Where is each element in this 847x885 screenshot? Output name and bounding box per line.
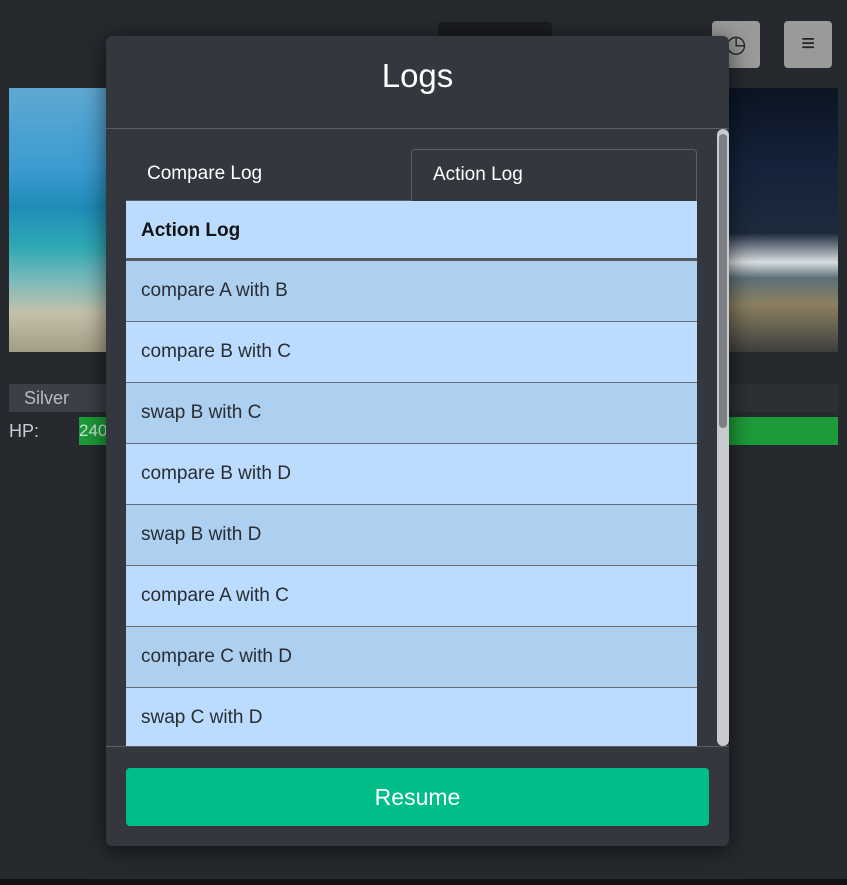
table-row: compare A with B <box>126 261 697 322</box>
row-text: compare A with B <box>141 280 288 301</box>
hamburger-menu-icon: ≡ <box>800 30 815 57</box>
bottom-strip <box>0 879 847 885</box>
modal-body[interactable]: Compare Log Action Log Action Log compar… <box>106 129 729 746</box>
modal-title: Logs <box>381 57 454 94</box>
modal-header: Logs <box>106 36 729 129</box>
table-row: compare B with C <box>126 322 697 383</box>
tab-label: Action Log <box>433 164 523 185</box>
row-text: compare A with C <box>141 585 289 606</box>
row-text: compare B with D <box>141 463 291 484</box>
hp-label: HP: <box>9 421 40 441</box>
row-text: swap B with C <box>141 402 262 423</box>
tab-action-log[interactable]: Action Log <box>411 149 697 201</box>
table-row: swap C with D <box>126 688 697 746</box>
scrollbar[interactable] <box>717 129 729 746</box>
logs-modal: Logs Compare Log Action Log Action Log c… <box>106 36 729 846</box>
card-name-text: Silver <box>24 388 70 408</box>
resume-button[interactable]: Resume <box>126 768 709 826</box>
tab-compare-log[interactable]: Compare Log <box>126 149 412 201</box>
hp-value: 240 <box>79 421 108 440</box>
table-row: compare B with D <box>126 444 697 505</box>
action-log-table: Action Log compare A with B compare B wi… <box>126 201 697 746</box>
menu-button[interactable]: ≡ <box>784 21 832 68</box>
scrollbar-thumb[interactable] <box>719 134 727 428</box>
row-text: compare C with D <box>141 646 292 667</box>
row-text: swap B with D <box>141 524 262 545</box>
table-row: compare A with C <box>126 566 697 627</box>
table-row: swap B with C <box>126 383 697 444</box>
table-header-text: Action Log <box>141 220 241 241</box>
tab-label: Compare Log <box>147 163 263 184</box>
table-row: swap B with D <box>126 505 697 566</box>
table-row: compare C with D <box>126 627 697 688</box>
table-header: Action Log <box>126 201 697 261</box>
row-text: swap C with D <box>141 707 263 728</box>
modal-footer: Resume <box>106 746 729 846</box>
row-text: compare B with C <box>141 341 291 362</box>
